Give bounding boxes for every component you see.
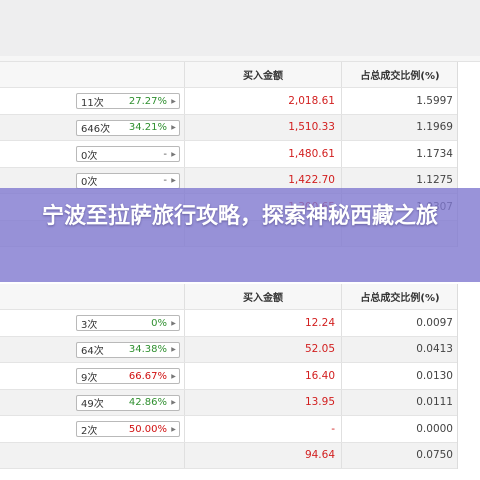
buy-amount: 94.64 bbox=[185, 442, 342, 468]
count-stepper[interactable]: 49次 42.86% ▶ bbox=[76, 394, 180, 411]
table-header-row: 买入金额 占总成交比例(%) bbox=[0, 62, 457, 88]
win-percent: 27.27% bbox=[128, 95, 167, 107]
win-percent: 34.21% bbox=[128, 122, 167, 133]
win-percent: - bbox=[163, 148, 167, 160]
ratio-value: 0.0111 bbox=[416, 396, 453, 409]
buy-amount: 1,510.33 bbox=[185, 114, 342, 140]
buy-amount: 52.05 bbox=[185, 336, 342, 362]
ratio-value: 0.0097 bbox=[416, 316, 453, 329]
buy-amount: 2,018.61 bbox=[185, 88, 342, 114]
trade-count: 64次 bbox=[81, 346, 104, 357]
win-percent: 42.86% bbox=[128, 397, 167, 408]
buy-amount: 16.40 bbox=[185, 363, 342, 389]
triangle-right-icon[interactable]: ▶ bbox=[170, 316, 177, 330]
triangle-right-icon[interactable]: ▶ bbox=[170, 396, 177, 410]
count-stepper[interactable]: 9次 66.67% ▶ bbox=[76, 368, 180, 384]
header-buy-amount: 买入金额 bbox=[185, 62, 342, 87]
stepper-cell: 49次 42.86% ▶ bbox=[0, 389, 185, 415]
stepper-cell: 64次 34.38% ▶ bbox=[0, 336, 185, 362]
win-percent: - bbox=[163, 175, 167, 186]
table-row: 94.64 0.0750 bbox=[0, 442, 457, 469]
count-stepper[interactable]: 64次 34.38% ▶ bbox=[76, 341, 180, 358]
trade-count: 9次 bbox=[81, 372, 98, 384]
trade-count: 0次 bbox=[81, 150, 98, 162]
ratio-value: 1.5997 bbox=[416, 94, 453, 107]
trade-count: 646次 bbox=[81, 124, 111, 135]
header-ratio: 占总成交比例(%) bbox=[360, 71, 440, 82]
stepper-cell: 3次 0% ▶ bbox=[0, 310, 185, 336]
ratio-value: 1.1734 bbox=[416, 147, 453, 160]
ratio-value: 0.0130 bbox=[416, 369, 453, 382]
triangle-right-icon[interactable]: ▶ bbox=[170, 343, 177, 357]
header-ratio: 占总成交比例(%) bbox=[360, 293, 440, 304]
triangle-right-icon[interactable]: ▶ bbox=[170, 147, 177, 161]
ratio-value: 1.1969 bbox=[416, 121, 453, 134]
table-header-row: 买入金额 占总成交比例(%) bbox=[0, 284, 457, 310]
trade-count: 11次 bbox=[81, 97, 104, 109]
buy-table-lower: 买入金额 占总成交比例(%) 3次 0% ▶ 12.24 0.0097 64次 34.38%… bbox=[0, 284, 458, 469]
table-row: 11次 27.27% ▶ 2,018.61 1.5997 bbox=[0, 88, 457, 115]
header-blank-cell bbox=[0, 62, 185, 87]
buy-amount: 13.95 bbox=[185, 389, 342, 415]
page-title: 宁波至拉萨旅行攻略，探索神秘西藏之旅 bbox=[41, 204, 438, 229]
count-stepper[interactable]: 2次 50.00% ▶ bbox=[76, 421, 180, 437]
stepper-cell bbox=[0, 442, 185, 468]
table-row: 64次 34.38% ▶ 52.05 0.0413 bbox=[0, 336, 457, 363]
triangle-right-icon[interactable]: ▶ bbox=[170, 121, 177, 135]
win-percent: 66.67% bbox=[128, 370, 167, 382]
ratio-value: 0.0413 bbox=[416, 343, 453, 356]
table-row: 49次 42.86% ▶ 13.95 0.0111 bbox=[0, 389, 457, 416]
count-stepper[interactable]: 0次 - ▶ bbox=[76, 172, 180, 189]
count-stepper[interactable]: 646次 34.21% ▶ bbox=[76, 119, 180, 136]
trade-count: 2次 bbox=[81, 425, 98, 437]
trade-count: 3次 bbox=[81, 319, 98, 331]
table-row: 3次 0% ▶ 12.24 0.0097 bbox=[0, 310, 457, 337]
triangle-right-icon[interactable]: ▶ bbox=[170, 422, 177, 436]
trade-count: 49次 bbox=[81, 399, 104, 410]
win-percent: 0% bbox=[151, 317, 167, 329]
buy-amount: 1,480.61 bbox=[185, 141, 342, 167]
count-stepper[interactable]: 11次 27.27% ▶ bbox=[76, 93, 180, 109]
table-row: 0次 - ▶ 1,480.61 1.1734 bbox=[0, 141, 457, 168]
triangle-right-icon[interactable]: ▶ bbox=[170, 369, 177, 383]
trade-count: 0次 bbox=[81, 177, 98, 188]
triangle-right-icon[interactable]: ▶ bbox=[170, 174, 177, 188]
buy-amount: - bbox=[185, 416, 342, 442]
table-row: 2次 50.00% ▶ - 0.0000 bbox=[0, 416, 457, 443]
stepper-cell: 2次 50.00% ▶ bbox=[0, 416, 185, 442]
stepper-cell: 11次 27.27% ▶ bbox=[0, 88, 185, 114]
table-row: 9次 66.67% ▶ 16.40 0.0130 bbox=[0, 363, 457, 390]
count-stepper[interactable]: 0次 - ▶ bbox=[76, 146, 180, 162]
count-stepper[interactable]: 3次 0% ▶ bbox=[76, 315, 180, 331]
stepper-cell: 9次 66.67% ▶ bbox=[0, 363, 185, 389]
header-buy-amount: 买入金额 bbox=[185, 284, 342, 309]
ratio-value: 0.0750 bbox=[416, 449, 453, 462]
top-toolbar-strip bbox=[0, 0, 480, 56]
ratio-value: 0.0000 bbox=[416, 422, 453, 435]
stepper-cell: 646次 34.21% ▶ bbox=[0, 114, 185, 140]
stepper-cell: 0次 - ▶ bbox=[0, 141, 185, 167]
table-row: 646次 34.21% ▶ 1,510.33 1.1969 bbox=[0, 114, 457, 141]
triangle-right-icon[interactable]: ▶ bbox=[170, 94, 177, 108]
header-blank-cell bbox=[0, 284, 185, 309]
win-percent: 34.38% bbox=[128, 344, 167, 355]
win-percent: 50.00% bbox=[128, 423, 167, 435]
buy-amount: 12.24 bbox=[185, 310, 342, 336]
